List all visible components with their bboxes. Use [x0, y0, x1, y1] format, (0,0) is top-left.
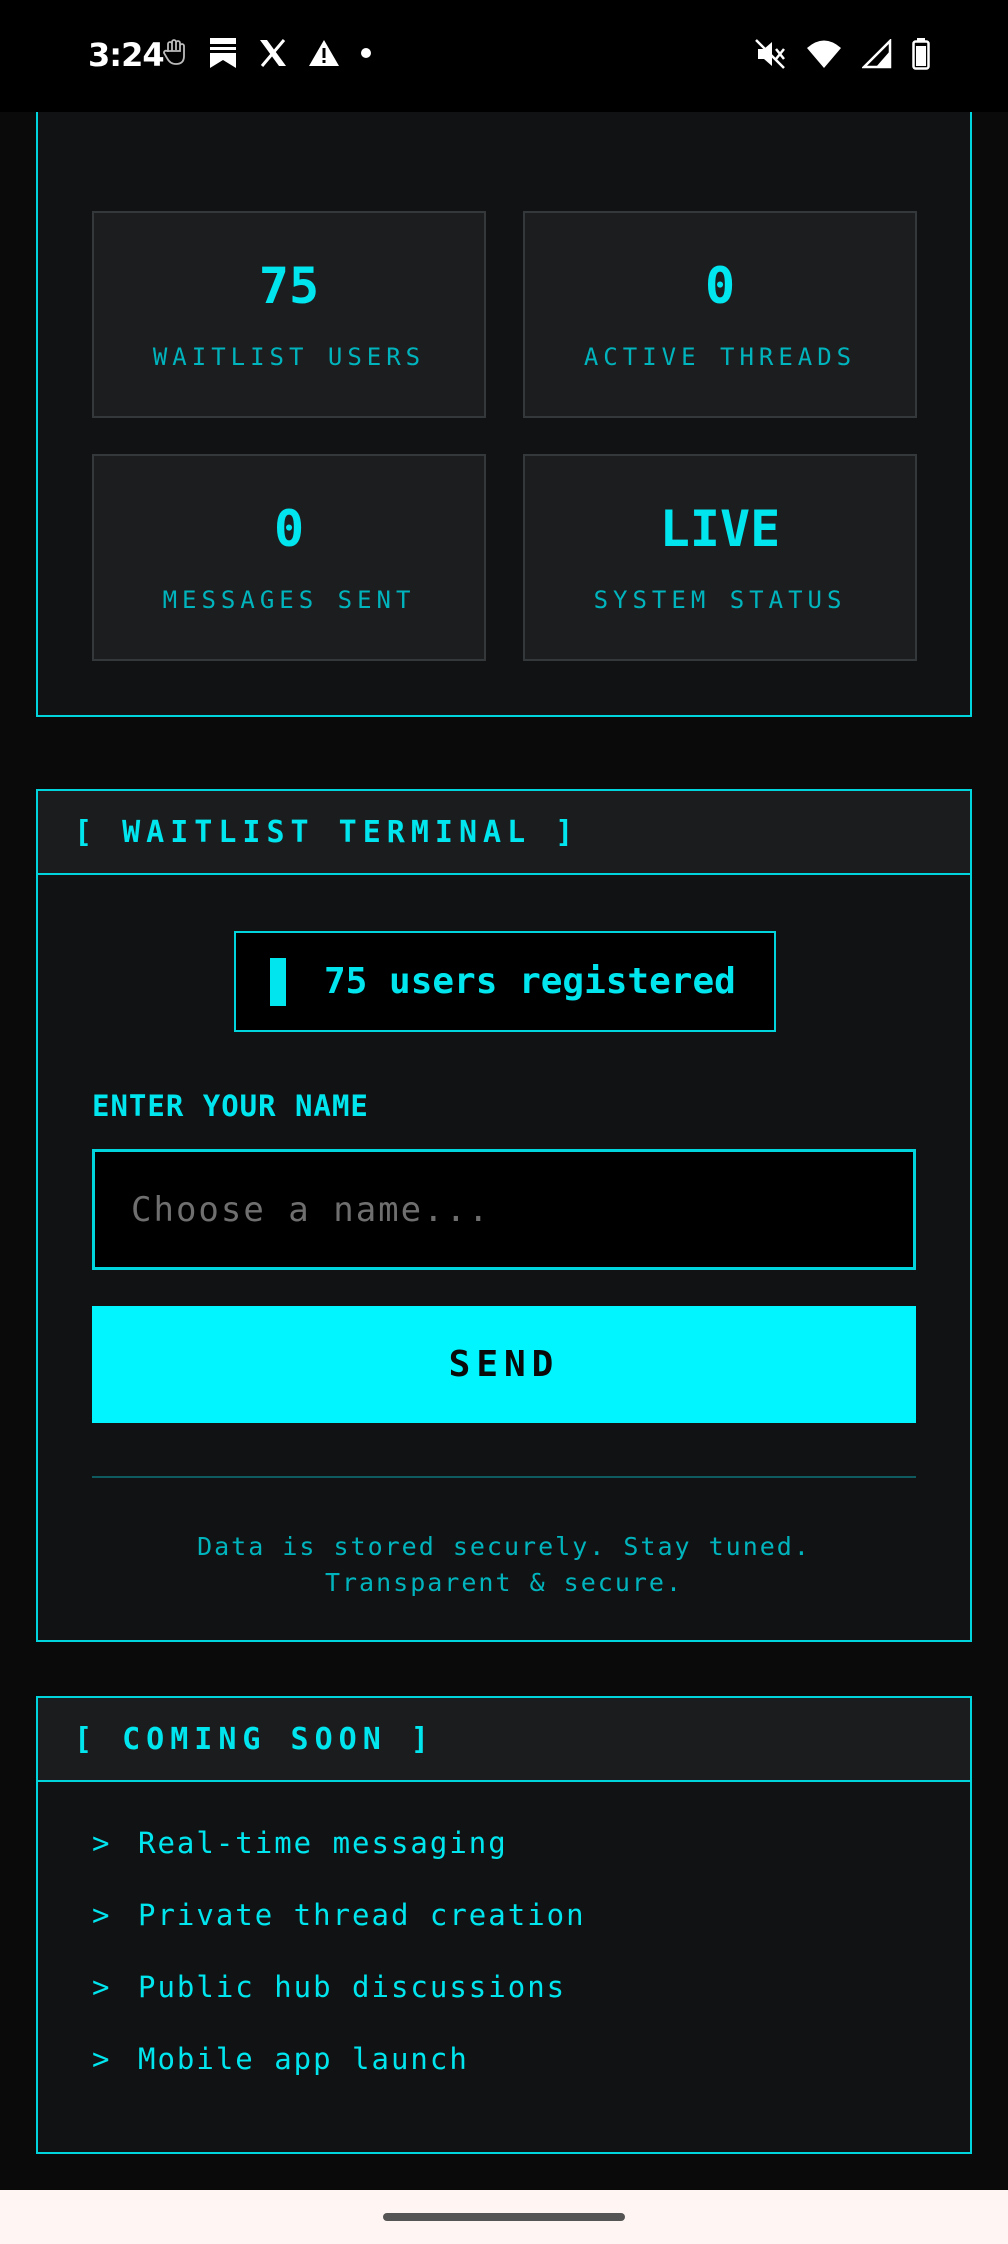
- dot-icon: [361, 48, 371, 58]
- list-item: > Real-time messaging: [92, 1826, 586, 1898]
- stat-label: MESSAGES SENT: [162, 586, 416, 614]
- stat-messages-sent: 0 MESSAGES SENT: [92, 454, 486, 661]
- coming-soon-title: [ COMING SOON ]: [38, 1698, 970, 1782]
- stat-active-threads: 0 ACTIVE THREADS: [523, 211, 917, 418]
- name-field-label: ENTER YOUR NAME: [92, 1089, 369, 1123]
- feature-text: Real-time messaging: [138, 1826, 508, 1860]
- list-item: > Mobile app launch: [92, 2042, 586, 2114]
- name-input[interactable]: [92, 1149, 916, 1270]
- mute-icon: [755, 39, 785, 69]
- security-note-line1: Data is stored securely. Stay tuned.: [197, 1532, 811, 1561]
- stat-label: ACTIVE THREADS: [583, 343, 857, 371]
- chevron-right-icon: >: [92, 1898, 112, 1932]
- registered-count-text: 75 users registered: [324, 961, 736, 1002]
- home-handle[interactable]: [383, 2213, 625, 2221]
- wifi-icon: [807, 40, 841, 68]
- chevron-right-icon: >: [92, 2042, 112, 2076]
- stats-panel: 75 WAITLIST USERS 0 ACTIVE THREADS 0 MES…: [36, 112, 972, 717]
- stat-value: 0: [704, 257, 736, 315]
- feature-text: Public hub discussions: [138, 1970, 567, 2004]
- notification-icons: [162, 36, 372, 70]
- hand-icon: [163, 39, 185, 65]
- gesture-nav-bar: [0, 2190, 1008, 2244]
- divider: [92, 1476, 916, 1478]
- waitlist-terminal-card: [ WAITLIST TERMINAL ] 75 users registere…: [36, 789, 972, 1642]
- list-item: > Public hub discussions: [92, 1970, 586, 2042]
- x-logo-icon: [260, 39, 286, 67]
- bookmark-icon: [210, 38, 236, 68]
- feature-text: Private thread creation: [138, 1898, 586, 1932]
- chevron-right-icon: >: [92, 1970, 112, 2004]
- battery-icon: [912, 38, 930, 70]
- signal-icon: [862, 39, 892, 69]
- send-button[interactable]: SEND: [92, 1306, 916, 1423]
- feature-list: > Real-time messaging > Private thread cre…: [92, 1826, 586, 2114]
- registered-count-badge: 75 users registered: [234, 931, 776, 1032]
- status-time: 3:24: [88, 36, 165, 74]
- system-icons: [754, 38, 930, 70]
- stat-value: 0: [273, 500, 305, 558]
- waitlist-title: [ WAITLIST TERMINAL ]: [38, 791, 970, 875]
- stat-waitlist-users: 75 WAITLIST USERS: [92, 211, 486, 418]
- security-note-line2: Transparent & secure.: [324, 1568, 684, 1597]
- cursor-block-icon: [270, 957, 286, 1006]
- chevron-right-icon: >: [92, 1826, 112, 1860]
- stat-value: 75: [258, 257, 320, 315]
- warning-icon: [309, 40, 339, 66]
- coming-soon-card: [ COMING SOON ] > Real-time messaging > Pr…: [36, 1696, 972, 2154]
- list-item: > Private thread creation: [92, 1898, 586, 1970]
- stat-system-status: LIVE SYSTEM STATUS: [523, 454, 917, 661]
- feature-text: Mobile app launch: [138, 2042, 469, 2076]
- stat-value: LIVE: [659, 500, 781, 558]
- stat-label: WAITLIST USERS: [152, 343, 426, 371]
- stat-label: SYSTEM STATUS: [593, 586, 847, 614]
- status-bar: 3:24: [0, 0, 1008, 112]
